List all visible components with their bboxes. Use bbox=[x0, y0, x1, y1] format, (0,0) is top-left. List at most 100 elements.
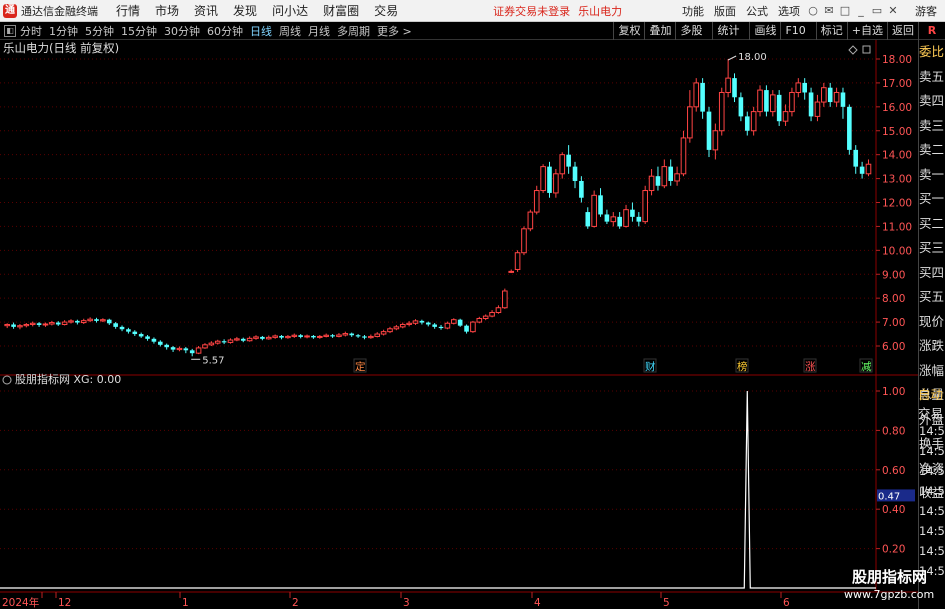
close-icon[interactable]: ✕ bbox=[885, 4, 901, 17]
menu-ask-xiaoda[interactable]: 问小达 bbox=[272, 2, 308, 19]
period-weekly[interactable]: 周线 bbox=[279, 23, 301, 39]
period-1min[interactable]: 1分钟 bbox=[49, 23, 78, 39]
candle-body bbox=[393, 326, 400, 330]
candle bbox=[514, 250, 521, 272]
maximize-icon[interactable]: ▭ bbox=[869, 4, 885, 17]
overlay-button[interactable]: 叠加 bbox=[644, 21, 675, 40]
guest-login[interactable]: 游客 bbox=[915, 3, 937, 19]
r-badge[interactable]: R bbox=[918, 21, 945, 40]
menu-market[interactable]: 市场 bbox=[155, 2, 179, 19]
candle-body bbox=[617, 216, 622, 227]
trade-login-notice[interactable]: 证券交易未登录 bbox=[493, 3, 570, 19]
current-stock-name: 乐山电力 bbox=[578, 4, 623, 18]
candle-body bbox=[87, 318, 93, 322]
auto-trade-label[interactable]: 自动 bbox=[918, 384, 945, 403]
event-markers: 定财榜涨减 bbox=[353, 358, 873, 373]
candle bbox=[260, 335, 265, 341]
indicator-tick-label: 0.40 bbox=[882, 504, 905, 516]
indicator-line bbox=[0, 390, 876, 589]
period-multi[interactable]: 多周期 bbox=[337, 23, 370, 39]
mark-button[interactable]: 标记 bbox=[815, 21, 847, 40]
menu-quotes[interactable]: 行情 bbox=[116, 2, 140, 19]
candle bbox=[508, 269, 515, 274]
side-change[interactable]: 涨跌 bbox=[919, 334, 945, 359]
period-15min[interactable]: 15分钟 bbox=[121, 23, 157, 39]
back-button[interactable]: 返回 bbox=[887, 21, 918, 40]
candle bbox=[521, 226, 527, 256]
side-bid2[interactable]: 买二 bbox=[919, 212, 945, 237]
candle-body bbox=[623, 209, 629, 227]
add-watchlist-button[interactable]: +自选 bbox=[846, 21, 887, 40]
candle bbox=[827, 82, 833, 107]
period-30min[interactable]: 30分钟 bbox=[164, 23, 200, 39]
circle-icon[interactable]: ○ bbox=[805, 4, 821, 17]
x-axis: 2024年 12 1 2 3 4 5 6 bbox=[2, 592, 790, 609]
candle bbox=[764, 85, 769, 117]
side-ask2[interactable]: 卖二 bbox=[919, 138, 945, 163]
candle-body bbox=[572, 166, 578, 181]
candle bbox=[170, 346, 176, 352]
stats-button[interactable]: 统计 bbox=[712, 21, 743, 40]
side-bid-ratio[interactable]: 委比 bbox=[919, 40, 945, 65]
period-60min[interactable]: 60分钟 bbox=[207, 23, 243, 39]
y-tick-label: 13.00 bbox=[882, 174, 912, 186]
candle-body bbox=[814, 101, 821, 117]
menu-news[interactable]: 资讯 bbox=[194, 2, 218, 19]
candle-body bbox=[170, 347, 176, 350]
draw-button[interactable]: 画线 bbox=[749, 21, 780, 40]
candle bbox=[757, 85, 763, 117]
menu-discover[interactable]: 发现 bbox=[233, 2, 257, 19]
window-box-icon[interactable]: □ bbox=[837, 4, 853, 17]
period-more[interactable]: 更多 > bbox=[377, 23, 412, 39]
current-value-label: 0.47 bbox=[878, 491, 900, 502]
minimize-icon[interactable]: _ bbox=[853, 4, 869, 17]
candle-body bbox=[744, 116, 750, 131]
multi-stock-button[interactable]: 多股 bbox=[675, 21, 706, 40]
candle bbox=[789, 87, 795, 117]
mail-icon[interactable]: ✉ bbox=[821, 4, 837, 17]
f10-button[interactable]: F10 bbox=[780, 21, 809, 40]
period-toolbar: ◧ 分时 1分钟 5分钟 15分钟 30分钟 60分钟 日线 周线 月线 多周期… bbox=[0, 21, 945, 40]
side-ask1[interactable]: 卖一 bbox=[919, 163, 945, 188]
side-bid1[interactable]: 买一 bbox=[919, 187, 945, 212]
candle bbox=[782, 104, 789, 126]
menu-layout[interactable]: 版面 bbox=[714, 3, 736, 19]
candle-body bbox=[687, 106, 693, 139]
candle-body bbox=[323, 334, 329, 337]
candle bbox=[617, 212, 622, 229]
menu-formula[interactable]: 公式 bbox=[746, 3, 768, 19]
menu-function[interactable]: 功能 bbox=[682, 3, 704, 19]
chart-area[interactable]: 18.0017.0016.0015.0014.0013.0012.0011.00… bbox=[0, 40, 918, 609]
candle-body bbox=[502, 290, 508, 309]
side-ask5[interactable]: 卖五 bbox=[919, 65, 945, 90]
side-price[interactable]: 现价 bbox=[919, 310, 945, 335]
period-monthly[interactable]: 月线 bbox=[308, 23, 330, 39]
side-bid3[interactable]: 买三 bbox=[919, 236, 945, 261]
side-bid4[interactable]: 买四 bbox=[919, 261, 945, 286]
period-5min[interactable]: 5分钟 bbox=[85, 23, 114, 39]
candle bbox=[674, 166, 680, 186]
candle bbox=[725, 59, 731, 98]
candle-body bbox=[802, 82, 807, 93]
panel-toggle-icon[interactable]: ◧ bbox=[4, 24, 16, 37]
period-daily[interactable]: 日线 bbox=[250, 23, 272, 39]
candle-body bbox=[285, 335, 291, 339]
trade-label[interactable]: 交易 bbox=[918, 403, 945, 422]
candle bbox=[425, 321, 431, 327]
side-bid5[interactable]: 买五 bbox=[919, 285, 945, 310]
side-change-pct[interactable]: 涨幅 bbox=[919, 359, 945, 384]
candle bbox=[304, 334, 310, 339]
menu-trade[interactable]: 交易 bbox=[374, 2, 398, 19]
period-intraday[interactable]: 分时 bbox=[20, 23, 42, 39]
diamond-icon bbox=[848, 45, 858, 55]
candle-body bbox=[533, 190, 540, 213]
chart-title: 乐山电力(日线 前复权) bbox=[3, 41, 119, 55]
adjust-button[interactable]: 复权 bbox=[613, 21, 644, 40]
menu-options[interactable]: 选项 bbox=[778, 3, 800, 19]
side-ask3[interactable]: 卖三 bbox=[919, 114, 945, 139]
candle bbox=[29, 321, 36, 327]
candle-body bbox=[693, 82, 700, 108]
candle-body bbox=[764, 90, 769, 112]
side-ask4[interactable]: 卖四 bbox=[919, 89, 945, 114]
menu-wealth-circle[interactable]: 财富圈 bbox=[323, 2, 359, 19]
